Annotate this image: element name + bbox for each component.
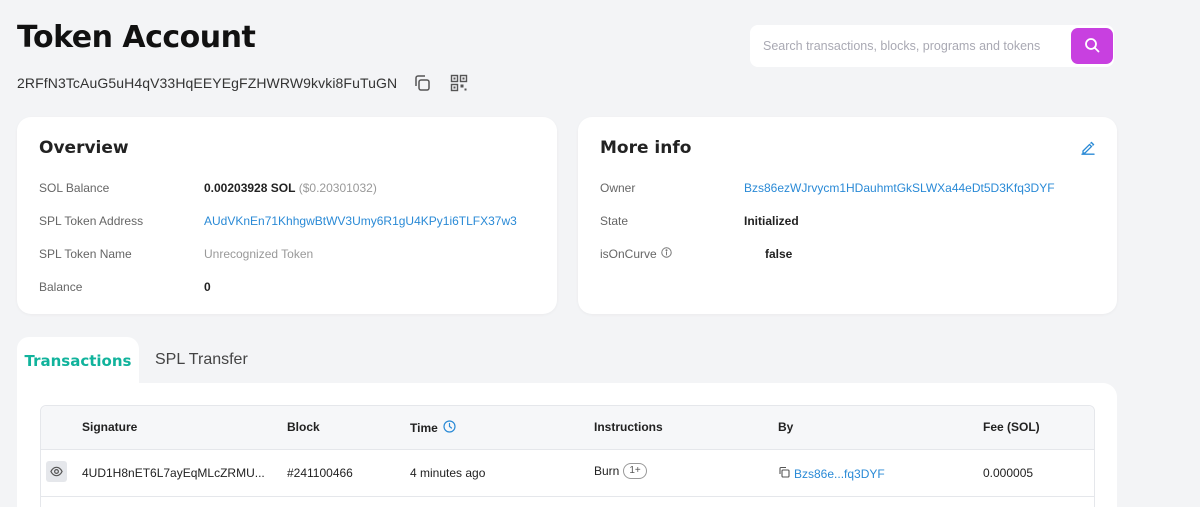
owner-label: Owner xyxy=(600,181,636,195)
edit-icon[interactable] xyxy=(1081,141,1095,160)
table-row: 4UD1H8nET6L7ayEqMLcZRMU... #241100466 4 … xyxy=(41,450,1094,497)
sol-balance-amount: 0.00203928 SOL xyxy=(204,181,296,195)
info-icon[interactable] xyxy=(660,247,672,261)
tx-by-link[interactable]: Bzs86e...fq3DYF xyxy=(794,467,885,481)
qr-code-icon[interactable] xyxy=(448,72,470,94)
transactions-panel: Signature Block Time Instructions By Fee… xyxy=(17,383,1117,507)
search-bar xyxy=(750,25,1114,67)
copy-icon[interactable] xyxy=(778,466,790,481)
transactions-table: Signature Block Time Instructions By Fee… xyxy=(40,405,1095,507)
eye-icon[interactable] xyxy=(46,461,67,482)
search-button[interactable] xyxy=(1071,28,1113,64)
spl-token-name-label: SPL Token Name xyxy=(39,247,132,261)
is-on-curve-label-group: isOnCurve xyxy=(600,247,672,261)
header-fee: Fee (SOL) xyxy=(983,420,1040,434)
header-signature: Signature xyxy=(82,420,138,434)
clock-icon[interactable] xyxy=(443,420,456,436)
header-by: By xyxy=(778,420,794,434)
more-info-card: More info Owner Bzs86ezWJrvycm1HDauhmtGk… xyxy=(578,117,1117,314)
balance-label: Balance xyxy=(39,280,83,294)
tx-instruction-name: Burn xyxy=(594,464,620,478)
is-on-curve-value: false xyxy=(765,247,793,261)
search-icon xyxy=(1084,37,1100,56)
table-header: Signature Block Time Instructions By Fee… xyxy=(41,406,1094,450)
tx-by: Bzs86e...fq3DYF xyxy=(778,466,885,481)
more-info-title: More info xyxy=(600,138,692,158)
spl-token-address-label: SPL Token Address xyxy=(39,214,144,228)
header-block: Block xyxy=(287,420,320,434)
sol-balance-value: 0.00203928 SOL ($0.20301032) xyxy=(204,181,377,195)
copy-icon[interactable] xyxy=(411,72,433,94)
spl-token-name-value: Unrecognized Token xyxy=(204,247,314,261)
account-address-row: 2RFfN3TcAuG5uH4qV33HqEEYEgFZHWRW9kvki8Fu… xyxy=(17,72,470,94)
spl-token-address-link[interactable]: AUdVKnEn71KhhgwBtWV3Umy6R1gU4KPy1i6TLFX3… xyxy=(204,214,517,228)
tx-signature-link[interactable]: 4UD1H8nET6L7ayEqMLcZRMU... xyxy=(82,466,265,480)
tab-spl-transfer[interactable]: SPL Transfer xyxy=(155,351,248,369)
page-title: Token Account xyxy=(17,20,256,55)
tx-instruction-badge[interactable]: 1+ xyxy=(623,463,647,479)
tx-instructions: Burn 1+ xyxy=(594,463,647,479)
overview-title: Overview xyxy=(39,138,129,158)
header-time: Time xyxy=(410,421,438,435)
header-time-group: Time xyxy=(410,420,456,436)
tx-fee: 0.000005 xyxy=(983,466,1034,480)
tab-transactions[interactable]: Transactions xyxy=(17,337,139,385)
search-input[interactable] xyxy=(750,25,1068,67)
owner-link[interactable]: Bzs86ezWJrvycm1HDauhmtGkSLWXa44eDt5D3Kfq… xyxy=(744,181,1055,195)
balance-value: 0 xyxy=(204,280,211,294)
state-value: Initialized xyxy=(744,214,799,228)
is-on-curve-label: isOnCurve xyxy=(600,247,657,261)
sol-balance-usd: ($0.20301032) xyxy=(298,181,377,195)
account-address: 2RFfN3TcAuG5uH4qV33HqEEYEgFZHWRW9kvki8Fu… xyxy=(17,75,398,91)
tx-block-link[interactable]: #241100466 xyxy=(287,466,353,480)
sol-balance-label: SOL Balance xyxy=(39,181,110,195)
state-label: State xyxy=(600,214,629,228)
overview-card: Overview SOL Balance 0.00203928 SOL ($0.… xyxy=(17,117,557,314)
header-instructions: Instructions xyxy=(594,420,663,434)
tx-time: 4 minutes ago xyxy=(410,466,486,480)
